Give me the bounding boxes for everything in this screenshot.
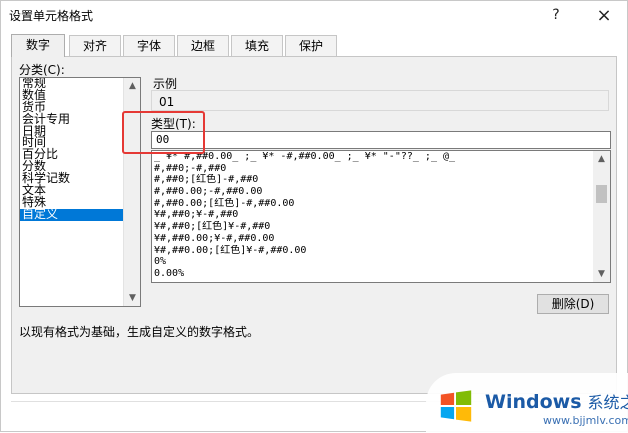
sample-value: 01 — [159, 95, 175, 109]
category-label: 分类(C): — [19, 63, 65, 77]
format-item[interactable]: ¥#,##0;¥-#,##0 — [152, 209, 610, 221]
tab-border[interactable]: 边框 — [177, 35, 229, 56]
format-scrollbar[interactable]: ▲ ▼ — [593, 151, 610, 282]
tab-font[interactable]: 字体 — [123, 35, 175, 56]
tab-alignment[interactable]: 对齐 — [69, 35, 121, 56]
dialog-title: 设置单元格格式 — [9, 9, 94, 23]
tab-strip: 数字 对齐 字体 边框 填充 保护 — [11, 34, 621, 57]
format-item[interactable]: 0% — [152, 256, 610, 268]
sample-box — [151, 90, 609, 111]
scroll-up-icon[interactable]: ▲ — [593, 151, 610, 167]
scroll-thumb[interactable] — [596, 185, 607, 203]
category-list[interactable]: 常规 数值 货币 会计专用 日期 时间 百分比 分数 科学记数 文本 特殊 自定… — [19, 77, 141, 307]
format-item[interactable]: #,##0;-#,##0 — [152, 163, 610, 175]
format-item[interactable]: _ ¥* #,##0.00_ ;_ ¥* -#,##0.00_ ;_ ¥* "-… — [152, 151, 610, 163]
watermark-title: Windows 系统之家 — [485, 389, 628, 413]
close-button[interactable]: × — [589, 3, 619, 27]
windows-logo-icon — [440, 390, 472, 422]
format-item[interactable]: #,##0.00;[红色]-#,##0.00 — [152, 198, 610, 210]
category-scrollbar[interactable]: ▲ ▼ — [123, 78, 140, 306]
watermark-title-cn: 系统之家 — [587, 393, 628, 412]
scroll-up-icon[interactable]: ▲ — [124, 78, 140, 94]
help-button[interactable]: ? — [541, 3, 571, 27]
format-cells-dialog: 设置单元格格式 ? × 数字 对齐 字体 边框 填充 保护 分类(C): 常规 … — [0, 0, 628, 433]
tab-protection[interactable]: 保护 — [285, 35, 337, 56]
scroll-down-icon[interactable]: ▼ — [593, 266, 610, 282]
format-item[interactable]: #,##0;[红色]-#,##0 — [152, 174, 610, 186]
type-label: 类型(T): — [151, 117, 196, 131]
format-item[interactable]: 0.00% — [152, 268, 610, 280]
format-list[interactable]: _ ¥* #,##0.00_ ;_ ¥* -#,##0.00_ ;_ ¥* "-… — [151, 150, 611, 283]
delete-button[interactable]: 删除(D) — [537, 294, 609, 314]
title-bar: 设置单元格格式 ? × — [1, 1, 627, 29]
type-input[interactable]: 00 — [151, 131, 611, 149]
format-item[interactable]: #,##0.00;-#,##0.00 — [152, 186, 610, 198]
scroll-down-icon[interactable]: ▼ — [124, 290, 140, 306]
watermark-title-en: Windows — [485, 391, 582, 413]
tab-number[interactable]: 数字 — [11, 34, 65, 57]
format-item[interactable]: ¥#,##0;[红色]¥-#,##0 — [152, 221, 610, 233]
format-item[interactable]: ¥#,##0.00;[红色]¥-#,##0.00 — [152, 245, 610, 257]
watermark-url: www.bjjmlv.com — [543, 414, 628, 427]
category-item-custom[interactable]: 自定义 — [20, 208, 140, 221]
tab-fill[interactable]: 填充 — [231, 35, 283, 56]
format-item[interactable]: ¥#,##0.00;¥-#,##0.00 — [152, 233, 610, 245]
format-description: 以现有格式为基础，生成自定义的数字格式。 — [19, 325, 260, 339]
